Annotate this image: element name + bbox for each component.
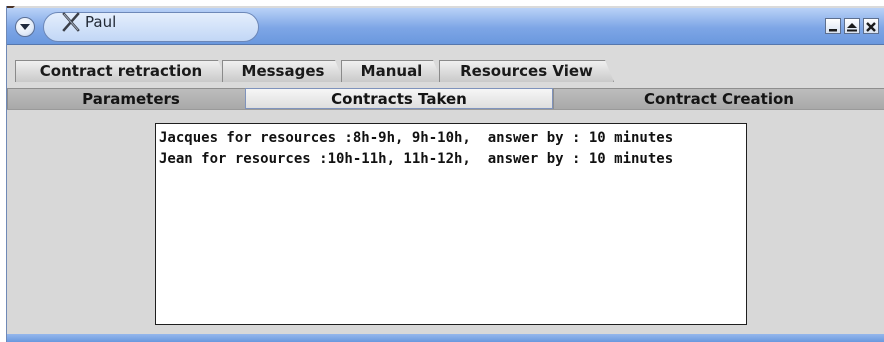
tab-contract-retraction[interactable]: Contract retraction [15, 60, 227, 82]
close-button[interactable] [863, 18, 879, 34]
tab-resources-view[interactable]: Resources View [439, 60, 614, 82]
tab-label: Parameters [82, 90, 180, 108]
tab-label: Resources View [460, 62, 593, 80]
tab-manual[interactable]: Manual [341, 60, 442, 82]
chevron-down-icon [20, 24, 30, 30]
maximize-icon [847, 23, 857, 32]
contracts-list[interactable]: Jacques for resources :8h-9h, 9h-10h, an… [155, 123, 747, 325]
close-icon [866, 22, 876, 32]
window-menu-button[interactable] [15, 17, 35, 37]
tab-parameters[interactable]: Parameters [7, 88, 255, 109]
window-title: Paul [85, 13, 117, 31]
window-bottom-border [7, 334, 884, 342]
minimize-icon [829, 29, 837, 32]
x-window-icon [62, 12, 80, 32]
tab-label: Contract Creation [644, 90, 794, 108]
app-window: Paul Contract retraction Messages Manual… [6, 6, 884, 342]
title-bar[interactable]: Paul [7, 8, 884, 45]
list-item[interactable]: Jacques for resources :8h-9h, 9h-10h, an… [159, 128, 743, 149]
tab-label: Contracts Taken [331, 90, 467, 108]
tab-contracts-taken[interactable]: Contracts Taken [245, 88, 553, 109]
tab-label: Messages [241, 62, 325, 80]
tab-contract-creation[interactable]: Contract Creation [553, 88, 884, 109]
tab-label: Manual [360, 62, 423, 80]
minimize-button[interactable] [825, 18, 841, 34]
tab-label: Contract retraction [39, 62, 203, 80]
tab-messages[interactable]: Messages [222, 60, 344, 82]
list-item[interactable]: Jean for resources :10h-11h, 11h-12h, an… [159, 149, 743, 170]
maximize-button[interactable] [844, 18, 860, 34]
